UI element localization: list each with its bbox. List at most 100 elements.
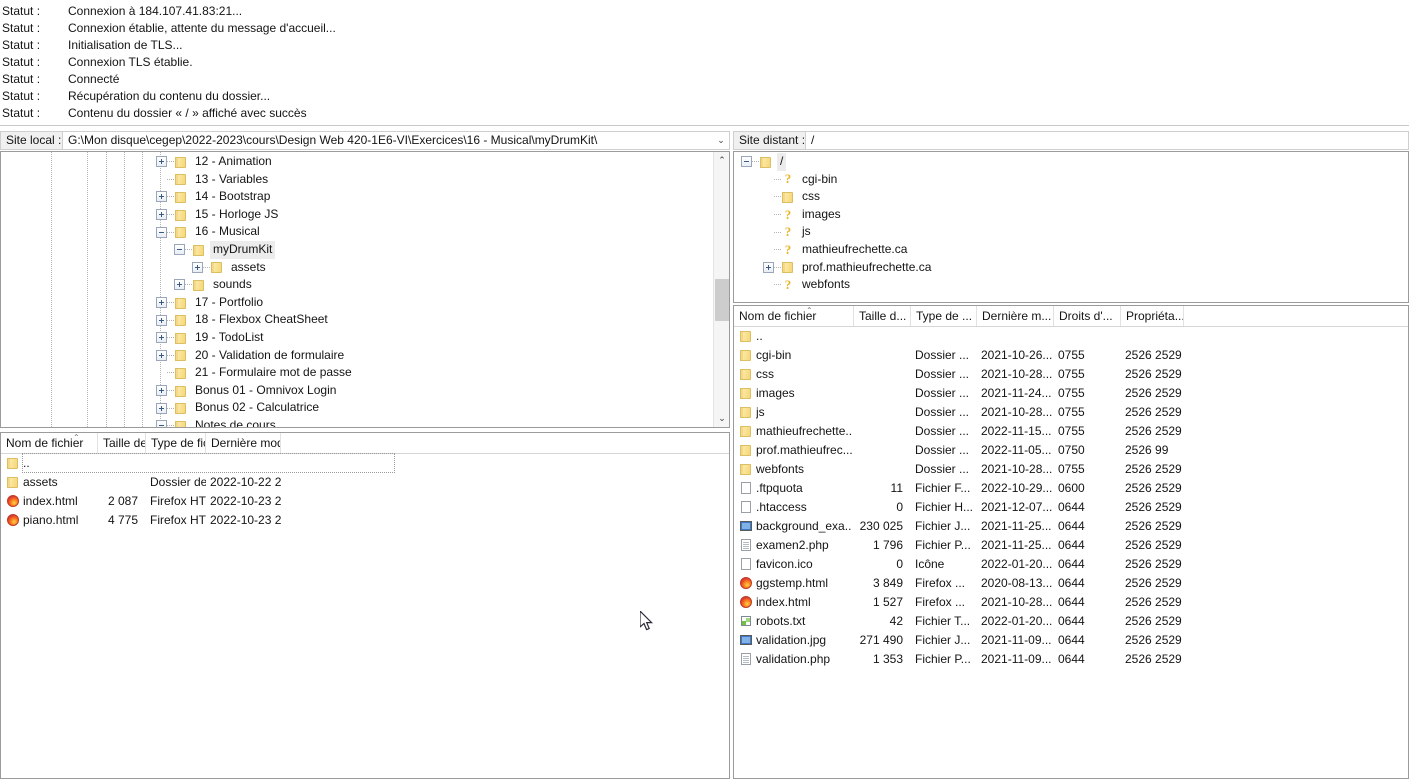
tree-item[interactable]: mathieufrechette.ca [734, 241, 1408, 259]
table-row[interactable]: index.html 2 087 Firefox HTML ... 2022-10-2… [1, 492, 729, 511]
table-row[interactable]: ggstemp.html 3 849 Firefox ... 2020-08-13..… [734, 574, 1408, 593]
remote-tree-rows[interactable]: / cgi-bincssimagesjsmathieufrechette.capr… [734, 153, 1408, 294]
scroll-up-icon[interactable]: ⌃ [714, 152, 729, 169]
tree-item-label[interactable]: Bonus 02 - Calculatrice [192, 399, 322, 417]
tree-expand-icon[interactable] [156, 332, 167, 344]
tree-item[interactable]: / [734, 153, 1408, 171]
local-path-value[interactable]: G:\Mon disque\cegep\2022-2023\cours\Desi… [63, 132, 713, 149]
local-directory-tree[interactable]: 12 - Animation 13 - Variables 14 - Bootstr… [1, 152, 729, 427]
tree-item-label[interactable]: Notes de cours [192, 417, 279, 427]
table-row[interactable]: validation.php 1 353 Fichier P... 2021-11-0… [734, 650, 1408, 669]
tree-item[interactable]: 18 - Flexbox CheatSheet [1, 311, 729, 329]
column-header[interactable]: Taille de ... [98, 433, 146, 453]
tree-item[interactable]: 14 - Bootstrap [1, 188, 729, 206]
tree-item-label[interactable]: css [799, 188, 823, 206]
scroll-down-icon[interactable]: ⌄ [714, 410, 729, 427]
tree-expand-icon[interactable] [156, 191, 167, 203]
tree-item-label[interactable]: js [799, 223, 814, 241]
tree-item[interactable]: 20 - Validation de formulaire [1, 347, 729, 365]
tree-item-label[interactable]: 18 - Flexbox CheatSheet [192, 311, 331, 329]
tree-item[interactable]: 21 - Formulaire mot de passe [1, 364, 729, 382]
tree-item-label[interactable]: mathieufrechette.ca [799, 241, 910, 259]
tree-item[interactable]: sounds [1, 276, 729, 294]
tree-item[interactable]: js [734, 223, 1408, 241]
tree-item[interactable]: images [734, 206, 1408, 224]
table-row[interactable]: .. [734, 327, 1408, 346]
tree-item[interactable]: 12 - Animation [1, 153, 729, 171]
tree-expand-icon[interactable] [156, 156, 167, 168]
remote-list-header[interactable]: Nom de fichier Taille d... Type de ... Dern… [734, 306, 1408, 327]
table-row[interactable]: background_exa... 230 025 Fichier J... 2021… [734, 517, 1408, 536]
column-header[interactable]: Type de fichier [146, 433, 206, 453]
local-tree-scrollbar[interactable]: ⌃ ⌄ [713, 152, 729, 427]
tree-item-label[interactable]: 16 - Musical [192, 223, 263, 241]
tree-item-label[interactable]: images [799, 206, 844, 224]
table-row[interactable]: js Dossier ... 2021-10-28... 0755 2526 2529 [734, 403, 1408, 422]
tree-item-label[interactable]: 13 - Variables [192, 171, 271, 189]
tree-expand-icon[interactable] [156, 385, 167, 397]
tree-item[interactable]: 19 - TodoList [1, 329, 729, 347]
tree-item-label[interactable]: 12 - Animation [192, 153, 275, 171]
tree-item[interactable]: webfonts [734, 276, 1408, 294]
table-row[interactable]: validation.jpg 271 490 Fichier J... 2021-11… [734, 631, 1408, 650]
tree-item-label[interactable]: 17 - Portfolio [192, 294, 266, 312]
tree-expand-icon[interactable] [156, 209, 167, 221]
tree-item[interactable]: 17 - Portfolio [1, 294, 729, 312]
local-tree-rows[interactable]: 12 - Animation 13 - Variables 14 - Bootstr… [1, 153, 729, 427]
remote-path-value[interactable]: / [806, 132, 1408, 149]
local-list-body[interactable]: .. assets Dossier de fich... 2022-10-22 21:… [1, 453, 729, 530]
column-header[interactable]: Dernière m... [977, 306, 1054, 326]
table-row[interactable]: favicon.ico 0 Icône 2022-01-20... 0644 2526 2… [734, 555, 1408, 574]
chevron-down-icon[interactable]: ⌄ [713, 132, 729, 149]
tree-item[interactable]: Notes de cours [1, 417, 729, 427]
local-list-header[interactable]: Nom de fichierTaille de ...Type de fichi… [1, 433, 729, 454]
column-header[interactable]: Propriéta... [1121, 306, 1184, 326]
tree-item-label[interactable]: sounds [210, 276, 255, 294]
tree-item[interactable]: 13 - Variables [1, 171, 729, 189]
remote-list-body[interactable]: .. cgi-bin Dossier ... 2021-10-26... 0755 252… [734, 327, 1408, 669]
tree-expand-icon[interactable] [192, 261, 203, 273]
scrollbar-thumb[interactable] [715, 279, 729, 321]
remote-directory-tree[interactable]: / cgi-bincssimagesjsmathieufrechette.capr… [734, 152, 1408, 302]
tree-collapse-icon[interactable] [156, 420, 167, 427]
table-row[interactable]: assets Dossier de fich... 2022-10-22 21:..… [1, 473, 729, 492]
tree-collapse-icon[interactable] [156, 226, 167, 238]
local-file-list[interactable]: Nom de fichierTaille de ...Type de fichi… [1, 433, 729, 778]
table-row[interactable]: piano.html 4 775 Firefox HTML ... 2022-10-2… [1, 511, 729, 530]
tree-item[interactable]: assets [1, 259, 729, 277]
tree-item[interactable]: css [734, 188, 1408, 206]
table-row[interactable]: prof.mathieufrec... Dossier ... 2022-11-05… [734, 441, 1408, 460]
tree-item[interactable]: 16 - Musical [1, 223, 729, 241]
tree-collapse-icon[interactable] [741, 156, 752, 168]
tree-item-label[interactable]: assets [228, 259, 269, 277]
tree-item-label[interactable]: prof.mathieufrechette.ca [799, 259, 934, 277]
tree-expand-icon[interactable] [763, 261, 774, 273]
tree-item[interactable]: 15 - Horloge JS [1, 206, 729, 224]
tree-item-label[interactable]: Bonus 01 - Omnivox Login [192, 382, 339, 400]
tree-item[interactable]: prof.mathieufrechette.ca [734, 259, 1408, 277]
table-row[interactable]: cgi-bin Dossier ... 2021-10-26... 0755 2526 … [734, 346, 1408, 365]
tree-item-label[interactable]: 20 - Validation de formulaire [192, 347, 347, 365]
remote-path-combobox[interactable]: / [805, 131, 1409, 150]
tree-item-label[interactable]: webfonts [799, 276, 853, 294]
tree-item-label[interactable]: 15 - Horloge JS [192, 206, 281, 224]
tree-expand-icon[interactable] [156, 314, 167, 326]
tree-expand-icon[interactable] [156, 402, 167, 414]
column-header[interactable]: Dernière modi... [206, 433, 281, 453]
table-row[interactable]: .ftpquota 11 Fichier F... 2022-10-29... 0600… [734, 479, 1408, 498]
local-path-combobox[interactable]: G:\Mon disque\cegep\2022-2023\cours\Desi… [62, 131, 730, 150]
tree-item-label[interactable]: myDrumKit [210, 240, 276, 259]
tree-expand-icon[interactable] [156, 349, 167, 361]
column-header[interactable]: Nom de fichier [734, 306, 854, 326]
tree-item[interactable]: Bonus 02 - Calculatrice [1, 399, 729, 417]
table-row[interactable]: .htaccess 0 Fichier H... 2021-12-07... 0644 2… [734, 498, 1408, 517]
remote-file-list[interactable]: Nom de fichier Taille d... Type de ... Dern… [734, 306, 1408, 778]
table-row[interactable]: webfonts Dossier ... 2021-10-28... 0755 2526… [734, 460, 1408, 479]
table-row[interactable]: images Dossier ... 2021-11-24... 0755 2526 2… [734, 384, 1408, 403]
tree-item-label[interactable]: 14 - Bootstrap [192, 188, 273, 206]
column-header[interactable]: Droits d'... [1054, 306, 1121, 326]
column-header[interactable]: Type de ... [911, 306, 977, 326]
tree-item[interactable]: Bonus 01 - Omnivox Login [1, 382, 729, 400]
tree-expand-icon[interactable] [156, 297, 167, 309]
table-row[interactable]: .. [1, 454, 729, 473]
